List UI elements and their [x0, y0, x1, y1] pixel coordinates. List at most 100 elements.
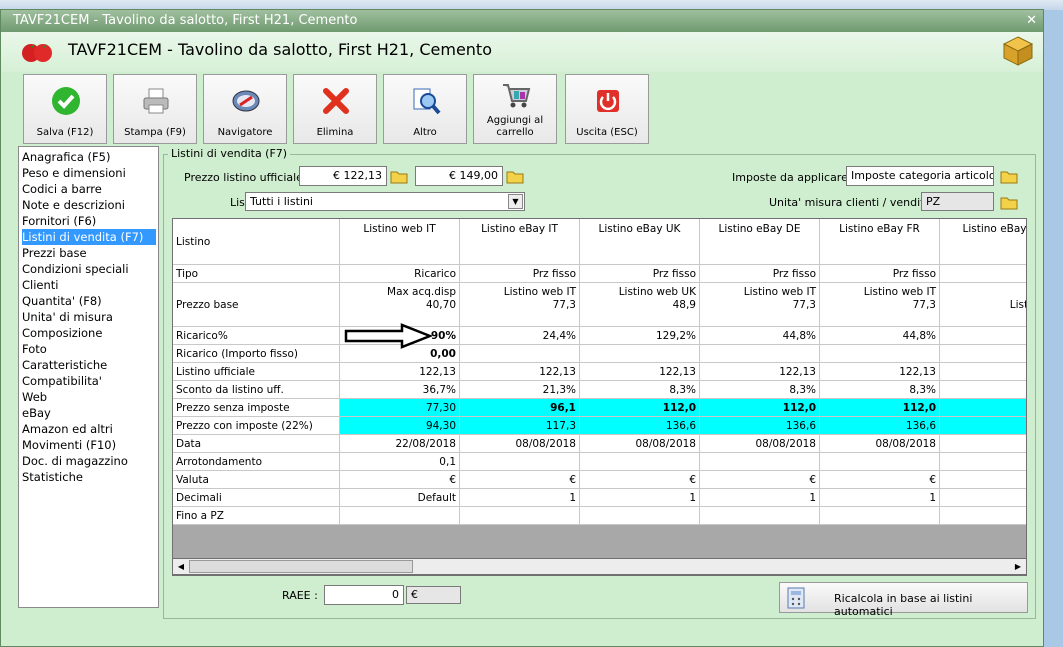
add-to-cart-button[interactable]: Aggiungi al carrello — [473, 74, 557, 144]
sidebar-item[interactable]: eBay — [22, 405, 156, 421]
grid-row-label[interactable]: Sconto da listino uff. — [173, 381, 340, 399]
grid-cell[interactable]: Prz fisso — [580, 265, 700, 283]
grid-cell[interactable]: Listino w — [940, 283, 1026, 327]
sidebar-item[interactable]: Prezzi base — [22, 245, 156, 261]
grid-cell[interactable]: 0,1 — [340, 453, 460, 471]
grid-cell[interactable]: 129,2% — [580, 327, 700, 345]
grid-cell[interactable]: Listino web IT 77,3 — [820, 283, 940, 327]
grid-cell[interactable]: 122,13 — [580, 363, 700, 381]
grid-row-label[interactable]: Prezzo senza imposte — [173, 399, 340, 417]
grid-cell[interactable]: 44,8% — [700, 327, 820, 345]
grid-cell[interactable] — [700, 453, 820, 471]
navigator-button[interactable]: Navigatore — [203, 74, 287, 144]
grid-column-header[interactable]: Listino eBay E — [940, 219, 1026, 265]
grid-cell[interactable]: 44,8% — [820, 327, 940, 345]
grid-cell[interactable]: € — [580, 471, 700, 489]
grid-cell[interactable]: 112,0 — [700, 399, 820, 417]
grid-cell[interactable] — [700, 345, 820, 363]
official-price-vat-field[interactable]: € 149,00 — [415, 166, 503, 186]
sidebar-item[interactable]: Anagrafica (F5) — [22, 149, 156, 165]
grid-cell[interactable]: 8,3% — [580, 381, 700, 399]
folder-icon[interactable] — [505, 167, 525, 185]
grid-cell[interactable] — [820, 453, 940, 471]
grid-cell[interactable]: 08/08 — [940, 435, 1026, 453]
exit-button[interactable]: Uscita (ESC) — [565, 74, 649, 144]
grid-cell[interactable] — [940, 417, 1026, 435]
grid-column-header[interactable]: Listino eBay FR — [820, 219, 940, 265]
grid-cell[interactable] — [820, 345, 940, 363]
scroll-right-icon[interactable]: ▶ — [1011, 560, 1025, 573]
sidebar-item[interactable]: Web — [22, 389, 156, 405]
sidebar-item[interactable]: Note e descrizioni — [22, 197, 156, 213]
grid-cell[interactable]: € — [340, 471, 460, 489]
sidebar-item[interactable]: Clienti — [22, 277, 156, 293]
scroll-left-icon[interactable]: ◀ — [174, 560, 188, 573]
folder-icon[interactable] — [999, 193, 1019, 211]
grid-cell[interactable]: 96,1 — [460, 399, 580, 417]
unit-field[interactable]: PZ — [921, 192, 994, 211]
grid-cell[interactable] — [580, 345, 700, 363]
sidebar-item[interactable]: Quantita' (F8) — [22, 293, 156, 309]
print-button[interactable]: Stampa (F9) — [113, 74, 197, 144]
grid-cell[interactable]: 24,4% — [460, 327, 580, 345]
grid-cell[interactable]: 122,13 — [700, 363, 820, 381]
sidebar-item[interactable]: Peso e dimensioni — [22, 165, 156, 181]
grid-cell[interactable] — [940, 489, 1026, 507]
grid-row-label[interactable]: Prezzo con imposte (22%) — [173, 417, 340, 435]
grid-row-label[interactable]: Listino ufficiale — [173, 363, 340, 381]
grid-cell[interactable]: 4 — [940, 327, 1026, 345]
grid-row-label[interactable]: Prezzo base — [173, 283, 340, 327]
folder-icon[interactable] — [999, 167, 1019, 185]
sidebar-item[interactable]: Condizioni speciali — [22, 261, 156, 277]
grid-cell[interactable]: Pr — [940, 265, 1026, 283]
grid-cell[interactable]: 136,6 — [580, 417, 700, 435]
sidebar-item[interactable]: Fornitori (F6) — [22, 213, 156, 229]
grid-column-header[interactable]: Listino eBay IT — [460, 219, 580, 265]
grid-cell[interactable] — [940, 471, 1026, 489]
sidebar-item[interactable]: Statistiche — [22, 469, 156, 485]
grid-cell[interactable] — [340, 507, 460, 525]
grid-cell[interactable]: 1 — [580, 489, 700, 507]
raee-field[interactable]: 0 — [324, 585, 404, 605]
sidebar-item[interactable]: Foto — [22, 341, 156, 357]
folder-icon[interactable] — [389, 167, 409, 185]
sidebar-item[interactable]: Caratteristiche — [22, 357, 156, 373]
grid-cell[interactable]: 112,0 — [820, 399, 940, 417]
grid-column-header[interactable]: Listino web IT — [340, 219, 460, 265]
grid-cell[interactable]: 1 — [940, 363, 1026, 381]
grid-row-label[interactable]: Arrotondamento — [173, 453, 340, 471]
grid-cell[interactable] — [940, 345, 1026, 363]
grid-cell[interactable]: 136,6 — [700, 417, 820, 435]
grid-cell[interactable]: Ricarico — [340, 265, 460, 283]
grid-cell[interactable]: 77,30 — [340, 399, 460, 417]
sidebar-item[interactable]: Unita' di misura — [22, 309, 156, 325]
grid-cell[interactable] — [820, 507, 940, 525]
grid-cell[interactable]: 122,13 — [820, 363, 940, 381]
grid-row-label[interactable]: Tipo — [173, 265, 340, 283]
grid-cell[interactable]: 1 — [460, 489, 580, 507]
grid-row-label[interactable]: Ricarico (Importo fisso) — [173, 345, 340, 363]
grid-column-header[interactable]: Listino eBay UK — [580, 219, 700, 265]
grid-cell[interactable]: Listino web UK 48,9 — [580, 283, 700, 327]
sidebar-item[interactable]: Listini di vendita (F7) — [22, 229, 156, 245]
grid-cell[interactable]: Max acq.disp 40,70 — [340, 283, 460, 327]
grid-cell[interactable]: 8,3% — [820, 381, 940, 399]
grid-cell[interactable]: 122,13 — [340, 363, 460, 381]
grid-row-label[interactable]: Fino a PZ — [173, 507, 340, 525]
grid-cell[interactable] — [460, 507, 580, 525]
grid-cell[interactable] — [460, 453, 580, 471]
grid-row-label[interactable]: Valuta — [173, 471, 340, 489]
grid-cell[interactable]: 21,3% — [460, 381, 580, 399]
grid-cell[interactable]: € — [460, 471, 580, 489]
grid-cell[interactable]: 1 — [820, 489, 940, 507]
grid-cell[interactable]: Listino web IT 77,3 — [700, 283, 820, 327]
sidebar-item[interactable]: Compatibilita' — [22, 373, 156, 389]
official-price-field[interactable]: € 122,13 — [299, 166, 387, 186]
taxes-field[interactable]: Imposte categoria articolo — [846, 166, 994, 186]
sidebar-item[interactable]: Doc. di magazzino — [22, 453, 156, 469]
grid-row-label[interactable]: Decimali — [173, 489, 340, 507]
grid-cell[interactable]: 136,6 — [820, 417, 940, 435]
sidebar-item[interactable]: Movimenti (F10) — [22, 437, 156, 453]
grid-cell[interactable]: 36,7% — [340, 381, 460, 399]
grid-cell[interactable] — [580, 453, 700, 471]
